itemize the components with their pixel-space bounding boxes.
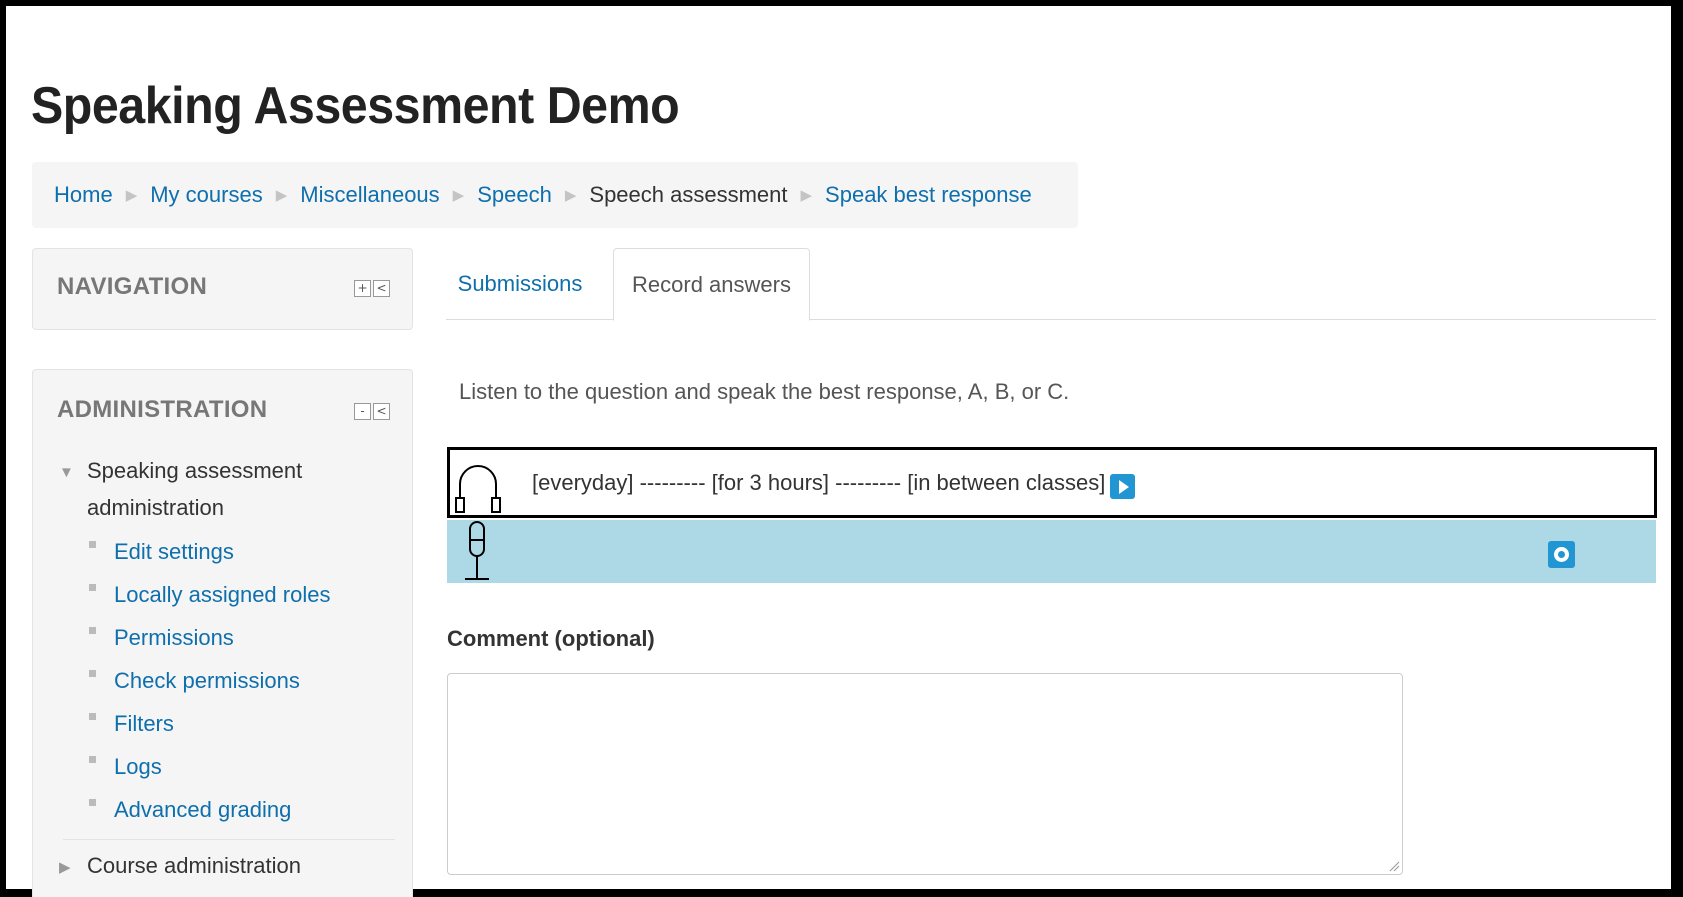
comment-label: Comment (optional) [447, 626, 655, 651]
page-title: Speaking Assessment Demo [31, 77, 680, 135]
navigation-block-title: NAVIGATION [57, 273, 208, 300]
link-filters[interactable]: Filters [114, 711, 174, 737]
breadcrumb-separator-icon: ▶ [452, 187, 465, 204]
play-icon[interactable] [1110, 474, 1135, 499]
breadcrumb-speech[interactable]: Speech [477, 182, 552, 208]
list-item: Locally assigned roles [87, 573, 399, 616]
triangle-down-icon: ▼ [59, 464, 74, 481]
collapse-icon[interactable]: - [354, 403, 371, 420]
tree-node-label: Course administration [87, 853, 301, 878]
link-edit-settings[interactable]: Edit settings [114, 539, 234, 565]
administration-block-controls: - < [354, 403, 390, 420]
list-item: Edit settings [87, 530, 399, 573]
administration-block: ADMINISTRATION - < ▼ Speaking assessment… [32, 369, 413, 897]
prompt-text: [everyday] --------- [for 3 hours] -----… [532, 470, 1106, 495]
bullet-icon [89, 713, 96, 720]
bullet-icon [89, 627, 96, 634]
admin-sub-list: Edit settings Locally assigned roles Per… [87, 530, 399, 831]
tree-node-label: Speaking assessment administration [87, 458, 303, 520]
list-item: Filters [87, 702, 399, 745]
link-locally-assigned-roles[interactable]: Locally assigned roles [114, 582, 330, 608]
bullet-icon [89, 584, 96, 591]
breadcrumb-speech-assessment: Speech assessment [589, 182, 788, 207]
tree-node-course-admin[interactable]: ▶ Course administration [59, 840, 399, 892]
tab-record-answers[interactable]: Record answers [613, 248, 810, 321]
bullet-icon [89, 670, 96, 677]
record-icon[interactable] [1548, 541, 1575, 568]
bullet-icon [89, 799, 96, 806]
breadcrumb-separator-icon: ▶ [275, 187, 288, 204]
resize-grip-icon[interactable] [1388, 859, 1400, 877]
admin-tree: ▼ Speaking assessment administration Edi… [59, 452, 399, 892]
comment-textarea[interactable] [447, 673, 1403, 875]
list-item: Advanced grading [87, 788, 399, 831]
list-item: Check permissions [87, 659, 399, 702]
expand-icon[interactable]: + [354, 280, 371, 297]
list-item: Permissions [87, 616, 399, 659]
link-advanced-grading[interactable]: Advanced grading [114, 797, 291, 823]
microphone-icon [461, 520, 493, 587]
administration-block-title: ADMINISTRATION [57, 396, 268, 423]
headphones-icon [454, 458, 502, 519]
breadcrumb-separator-icon: ▶ [125, 187, 138, 204]
tab-submissions[interactable]: Submissions [446, 248, 594, 320]
breadcrumb-separator-icon: ▶ [564, 187, 577, 204]
audio-recorder [447, 520, 1656, 583]
tree-node-speaking-admin[interactable]: ▼ Speaking assessment administration [59, 452, 399, 526]
breadcrumb-home[interactable]: Home [54, 182, 113, 208]
link-logs[interactable]: Logs [114, 754, 162, 780]
audio-prompt-player: [everyday] --------- [for 3 hours] -----… [447, 447, 1657, 518]
breadcrumb-speak-best-response[interactable]: Speak best response [825, 182, 1032, 208]
navigation-block-controls: + < [354, 280, 390, 297]
instructions-text: Listen to the question and speak the bes… [459, 379, 1070, 404]
link-permissions[interactable]: Permissions [114, 625, 234, 651]
breadcrumb: Home ▶ My courses ▶ Miscellaneous ▶ Spee… [32, 162, 1078, 228]
tab-bar: Submissions Record answers [446, 248, 1656, 321]
triangle-right-icon: ▶ [59, 859, 71, 876]
breadcrumb-separator-icon: ▶ [800, 187, 813, 204]
dock-icon[interactable]: < [373, 280, 390, 297]
screenshot-frame: Speaking Assessment Demo Home ▶ My cours… [0, 0, 1683, 897]
bullet-icon [89, 756, 96, 763]
bullet-icon [89, 541, 96, 548]
breadcrumb-my-courses[interactable]: My courses [150, 182, 262, 208]
navigation-block: NAVIGATION + < [32, 248, 413, 330]
list-item: Logs [87, 745, 399, 788]
breadcrumb-miscellaneous[interactable]: Miscellaneous [300, 182, 439, 208]
link-check-permissions[interactable]: Check permissions [114, 668, 300, 694]
dock-icon[interactable]: < [373, 403, 390, 420]
